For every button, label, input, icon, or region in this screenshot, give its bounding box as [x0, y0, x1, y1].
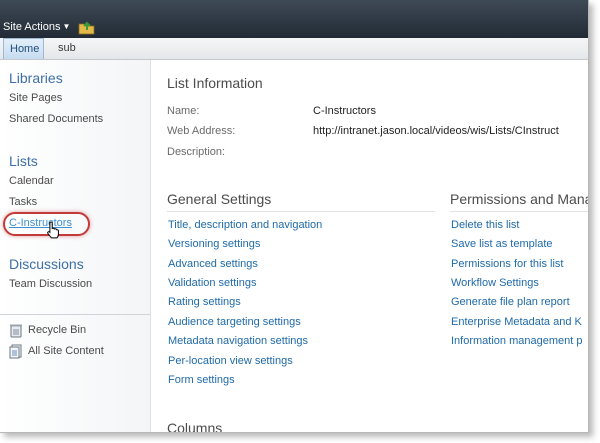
tab-home[interactable]: Home — [3, 38, 44, 59]
rating-settings-link[interactable]: Rating settings — [168, 296, 241, 308]
save-as-template-link[interactable]: Save list as template — [451, 238, 553, 250]
site-actions-label: Site Actions — [3, 21, 61, 33]
enterprise-metadata-link[interactable]: Enterprise Metadata and K — [451, 316, 582, 328]
quicklaunch-heading-libraries[interactable]: Libraries — [9, 70, 63, 86]
permissions-management-title: Permissions and Mana — [450, 191, 589, 207]
recycle-bin-label: Recycle Bin — [28, 324, 87, 336]
quicklaunch-item-team-discussion[interactable]: Team Discussion — [9, 278, 92, 290]
metadata-navigation-settings-link[interactable]: Metadata navigation settings — [168, 335, 308, 347]
delete-list-link[interactable]: Delete this list — [451, 219, 519, 231]
audience-targeting-settings-link[interactable]: Audience targeting settings — [168, 316, 301, 328]
description-label: Description: — [167, 146, 226, 158]
columns-title: Columns — [167, 420, 223, 433]
form-settings-link[interactable]: Form settings — [168, 374, 235, 386]
quicklaunch-item-shared-documents[interactable]: Shared Documents — [9, 113, 103, 125]
permissions-for-list-link[interactable]: Permissions for this list — [451, 258, 563, 270]
recycle-bin-icon — [10, 324, 22, 338]
title-description-navigation-link[interactable]: Title, description and navigation — [168, 219, 322, 231]
name-value: C-Instructors — [313, 105, 376, 117]
advanced-settings-link[interactable]: Advanced settings — [168, 258, 258, 270]
hand-cursor-icon — [47, 221, 59, 239]
quicklaunch-item-calendar[interactable]: Calendar — [9, 175, 54, 187]
quick-launch: Libraries Site Pages Shared Documents Li… — [0, 60, 151, 432]
versioning-settings-link[interactable]: Versioning settings — [168, 238, 260, 250]
general-settings-title: General Settings — [167, 191, 272, 207]
tab-sub[interactable]: sub — [52, 38, 82, 59]
navigate-up-icon[interactable] — [78, 18, 96, 35]
quicklaunch-item-tasks[interactable]: Tasks — [9, 196, 37, 208]
all-site-content-label: All Site Content — [28, 345, 104, 357]
web-address-value: http://intranet.jason.local/videos/wis/L… — [313, 125, 559, 137]
top-link-bar: Home sub — [0, 38, 588, 60]
ribbon: Site Actions ▼ — [0, 0, 588, 38]
permissions-divider — [450, 211, 588, 212]
workflow-settings-link[interactable]: Workflow Settings — [451, 277, 539, 289]
list-information-title: List Information — [167, 75, 263, 91]
information-management-link[interactable]: Information management p — [451, 335, 582, 347]
generate-file-plan-report-link[interactable]: Generate file plan report — [451, 296, 570, 308]
quicklaunch-item-site-pages[interactable]: Site Pages — [9, 92, 62, 104]
quicklaunch-heading-discussions[interactable]: Discussions — [9, 256, 84, 272]
sharepoint-window: Site Actions ▼ Home sub Libraries Site Pa… — [0, 0, 589, 433]
quicklaunch-divider — [0, 314, 150, 315]
quicklaunch-heading-lists[interactable]: Lists — [9, 153, 38, 169]
per-location-view-settings-link[interactable]: Per-location view settings — [168, 355, 293, 367]
site-content-icon — [9, 344, 22, 359]
chevron-down-icon: ▼ — [62, 22, 71, 31]
site-actions-menu[interactable]: Site Actions ▼ — [3, 19, 70, 35]
web-address-label: Web Address: — [167, 125, 236, 137]
name-label: Name: — [167, 105, 200, 117]
general-settings-divider — [167, 211, 435, 212]
validation-settings-link[interactable]: Validation settings — [168, 277, 256, 289]
main-content: List Information Name: C-Instructors Web… — [151, 60, 588, 432]
